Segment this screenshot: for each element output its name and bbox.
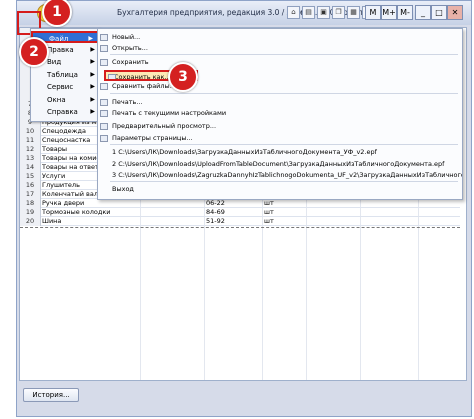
file-menu-item-label: Выход [112, 185, 134, 193]
menu-item[interactable]: Справка ▶ [31, 106, 99, 118]
menu-item[interactable]: Окна ▶ [31, 94, 99, 106]
menu-separator [110, 54, 458, 55]
print-icon[interactable]: ▤ [302, 6, 315, 19]
row-number: 12 [20, 145, 41, 154]
menu-separator [110, 93, 458, 94]
file-menu-item[interactable]: Сравнить файлы... [98, 81, 462, 92]
row-number: 10 [20, 127, 41, 136]
menu-item-icon [100, 34, 108, 41]
file-menu-item[interactable]: 1 C:\Users\ЛК\Downloads\ЗагрузкаДанныхИз… [98, 147, 462, 158]
file-menu-item-label: Сохранить [112, 58, 149, 66]
file-menu-item-label: Сохранить как... [114, 73, 171, 81]
item-name-cell: Шина [42, 217, 62, 225]
submenu-arrow-icon: ▶ [90, 70, 95, 78]
file-menu-item[interactable]: 2 C:\Users\ЛК\Downloads\UploadFromTableD… [98, 159, 462, 170]
file-menu-item[interactable]: Сохранить [98, 57, 462, 68]
menu-item[interactable]: Сервис ▶ [31, 81, 99, 93]
restore-button[interactable]: □ [431, 5, 447, 20]
m-minus-button[interactable]: M- [397, 5, 413, 20]
file-menu-item[interactable]: Параметры страницы... [98, 133, 462, 144]
page-break-line [20, 227, 460, 228]
row-number: 15 [20, 172, 41, 181]
item-unit-cell: шт [264, 217, 274, 225]
file-menu-item[interactable]: Открыть... [98, 43, 462, 54]
file-menu-item-label: Печать... [112, 98, 143, 106]
m-button[interactable]: M [365, 5, 381, 20]
file-menu-item-label: Печать с текущими настройками [112, 109, 227, 117]
file-menu-item[interactable]: Выход [98, 184, 462, 195]
menu-item-label: Правка [47, 45, 74, 54]
row-number: 20 [20, 217, 41, 226]
submenu-arrow-icon: ▶ [90, 95, 95, 103]
file-menu-item-label: Новый... [112, 33, 141, 41]
menu-item-icon [100, 99, 108, 106]
item-code-cell: 51-92 [206, 217, 225, 225]
table-row[interactable]: 18 Ручка двери 06-22 шт [20, 199, 460, 208]
row-number: 19 [20, 208, 41, 217]
calendar-icon[interactable]: ▦ [347, 6, 360, 19]
menu-item-icon [100, 59, 108, 66]
minimize-button[interactable]: _ [415, 5, 431, 20]
menu-separator [110, 181, 458, 182]
step-badge-3: 3 [168, 62, 198, 92]
row-number: 17 [20, 190, 41, 199]
file-menu-item[interactable]: Печать... [98, 97, 462, 108]
file-menu-item-label: 2 C:\Users\ЛК\Downloads\UploadFromTableD… [112, 160, 445, 168]
menu-item-label: Сервис [47, 83, 74, 91]
item-code-cell: 84-69 [206, 208, 225, 216]
menu-item-icon [100, 135, 108, 142]
file-menu-item[interactable]: Печать с текущими настройками [98, 108, 462, 119]
file-menu-item-label: Сравнить файлы... [112, 82, 176, 90]
file-menu-item[interactable]: Предварительный просмотр... [98, 121, 462, 132]
menu-item-icon [100, 83, 108, 90]
item-name-cell: Ручка двери [42, 199, 85, 207]
menu-item[interactable]: Таблица ▶ [31, 69, 99, 81]
row-number: 13 [20, 154, 41, 163]
file-menu-item-label: 1 C:\Users\ЛК\Downloads\ЗагрузкаДанныхИз… [112, 148, 377, 156]
menu-item-label: Окна [47, 95, 66, 104]
m-plus-button[interactable]: M+ [381, 5, 397, 20]
item-unit-cell: шт [264, 199, 274, 207]
item-unit-cell: шт [264, 208, 274, 216]
menu-separator [110, 144, 458, 145]
submenu-arrow-icon: ▶ [90, 83, 95, 90]
history-button[interactable]: История... [23, 388, 79, 402]
step-badge-2: 2 [19, 37, 49, 67]
file-menu-item[interactable]: 3 C:\Users\ЛК\Downloads\ZagruzkaDannyhIz… [98, 170, 462, 181]
file-menu-item-label: Параметры страницы... [112, 134, 193, 142]
file-menu-item-label: Предварительный просмотр... [112, 122, 217, 130]
file-menu-item-label: 3 C:\Users\ЛК\Downloads\ZagruzkaDannyhIz… [112, 171, 462, 179]
file-menu: Новый... Открыть... Сохранить Сохранить как… [97, 28, 463, 200]
menu-item-icon [108, 74, 116, 79]
menu-item-label: Вид [47, 58, 62, 66]
row-number: 16 [20, 181, 41, 190]
menu-item-icon [100, 110, 108, 117]
menu-item-label: Таблица [47, 70, 78, 79]
item-name-cell: Тормозные колодки [42, 208, 111, 216]
file-menu-item[interactable]: Новый... [98, 32, 462, 43]
close-button[interactable]: ✕ [447, 5, 463, 20]
title-bar: ☺ Бухгалтерия предприятия, редакция 3.0 … [17, 1, 471, 25]
menu-item-label: Справка [47, 108, 78, 116]
item-code-cell: 06-22 [206, 199, 225, 207]
menu-item-icon [100, 123, 108, 130]
copy-icon[interactable]: ❐ [332, 6, 345, 19]
title-toolbar: ⌂ ▤ ▣ ❐ ▦ ▥ [287, 6, 375, 19]
home-icon[interactable]: ⌂ [287, 6, 300, 19]
menu-item-icon [100, 45, 108, 52]
menu-item-label: Файл [49, 35, 69, 43]
row-number: 18 [20, 199, 41, 208]
submenu-arrow-icon: ▶ [90, 45, 95, 53]
file-menu-item-label: Открыть... [112, 44, 148, 52]
row-number: 14 [20, 163, 41, 172]
table-row[interactable]: 19 Тормозные колодки 84-69 шт [20, 208, 460, 217]
save-icon[interactable]: ▣ [317, 6, 330, 19]
status-bar: История... [17, 383, 471, 415]
row-number: 11 [20, 136, 41, 145]
table-row[interactable]: 20 Шина 51-92 шт [20, 217, 460, 226]
submenu-arrow-icon: ▶ [90, 108, 95, 115]
submenu-arrow-icon: ▶ [90, 58, 95, 65]
